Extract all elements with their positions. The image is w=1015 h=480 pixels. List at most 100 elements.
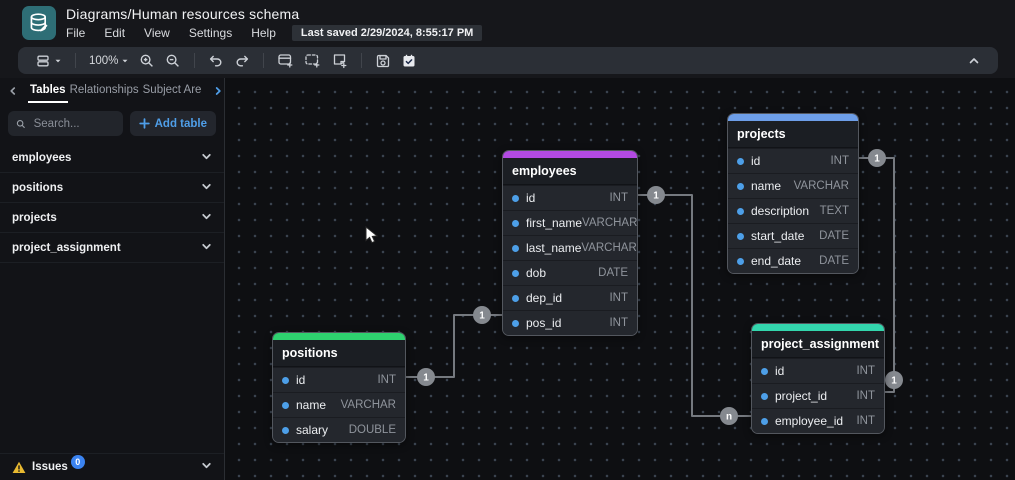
er-field-projects-id[interactable]: id INT (728, 148, 858, 173)
menu-edit[interactable]: Edit (104, 26, 125, 40)
table-header[interactable]: project_assignment (752, 331, 884, 358)
list-item-label: employees (12, 151, 72, 164)
issues-footer[interactable]: Issues 0 (0, 453, 224, 480)
search-input[interactable] (31, 116, 115, 131)
main-area: TablesRelationshipsSubject Are Add table… (0, 78, 1015, 480)
er-field-projects-name[interactable]: name VARCHAR (728, 173, 858, 198)
tabs-scroll-left-button[interactable] (6, 86, 20, 96)
last-saved-badge: Last saved 2/29/2024, 8:55:17 PM (291, 25, 483, 41)
er-field-positions-name[interactable]: name VARCHAR (273, 392, 405, 417)
menu-help[interactable]: Help (251, 26, 276, 40)
table-header[interactable]: projects (728, 121, 858, 148)
issues-label: Issues (32, 461, 68, 473)
er-field-projects-end_date[interactable]: end_date DATE (728, 248, 858, 273)
er-table-project_assignment[interactable]: project_assignment id INT project_id INT empl… (751, 323, 885, 434)
toolbar-divider (194, 53, 196, 68)
add-table-button[interactable]: Add table (129, 111, 216, 136)
menu-bar: File Edit View Settings Help (66, 26, 276, 40)
chevron-down-icon (201, 458, 212, 476)
field-type: INT (830, 155, 849, 167)
er-field-employees-pos_id[interactable]: pos_id INT (503, 310, 637, 335)
er-field-employees-dob[interactable]: dob DATE (503, 260, 637, 285)
er-field-positions-salary[interactable]: salary DOUBLE (273, 417, 405, 442)
app-logo-icon[interactable] (22, 6, 56, 40)
field-type: VARCHAR (581, 242, 637, 254)
sidebar-item-projects[interactable]: projects (0, 203, 224, 233)
tabs-scroll-right-button[interactable] (211, 86, 225, 96)
todo-button[interactable] (396, 50, 422, 72)
sidebar-item-positions[interactable]: positions (0, 173, 224, 203)
er-field-employees-id[interactable]: id INT (503, 185, 637, 210)
relationship-line-0[interactable] (404, 314, 502, 378)
redo-button[interactable] (229, 50, 255, 72)
field-dot-icon (737, 157, 744, 165)
layout-menu-button[interactable] (30, 50, 67, 72)
field-dot-icon (282, 426, 289, 434)
er-field-positions-id[interactable]: id INT (273, 367, 405, 392)
er-table-employees[interactable]: employees id INT first_name VARCHAR last_name… (502, 150, 638, 336)
er-field-project_assignment-employee_id[interactable]: employee_id INT (752, 408, 884, 433)
add-note-tool-button[interactable] (326, 49, 353, 72)
field-dot-icon (737, 207, 744, 215)
sidebar-search-row: Add table (0, 103, 224, 143)
warning-icon (12, 461, 26, 473)
cardinality-badge: 1 (885, 371, 903, 389)
field-type: INT (609, 292, 628, 304)
er-field-project_assignment-id[interactable]: id INT (752, 358, 884, 383)
toolbar-divider (75, 53, 76, 68)
chevron-down-icon (201, 209, 212, 227)
er-field-employees-last_name[interactable]: last_name VARCHAR (503, 235, 637, 260)
sidebar-item-employees[interactable]: employees (0, 143, 224, 173)
field-name: id (296, 373, 306, 387)
cardinality-badge: 1 (417, 368, 435, 386)
er-field-project_assignment-project_id[interactable]: project_id INT (752, 383, 884, 408)
field-name: first_name (526, 216, 583, 230)
sidebar: TablesRelationshipsSubject Are Add table… (0, 78, 225, 480)
zoom-in-button[interactable] (134, 50, 160, 72)
collapse-toolbar-button[interactable] (962, 51, 986, 71)
zoom-out-button[interactable] (160, 50, 186, 72)
er-table-projects[interactable]: projects id INT name VARCHAR description TEXT s… (727, 113, 859, 274)
zoom-level-dropdown[interactable]: 100% (84, 52, 134, 70)
field-name: salary (296, 423, 329, 437)
app-root: Diagrams/Human resources schema File Edit… (0, 0, 1015, 480)
menu-view[interactable]: View (144, 26, 170, 40)
tab-tables[interactable]: Tables (28, 78, 68, 103)
table-header[interactable]: employees (503, 158, 637, 185)
er-table-positions[interactable]: positions id INT name VARCHAR salary DOUBLE (272, 332, 406, 443)
diagram-canvas[interactable]: 111n11 employees id INT first_name VARCHAR la… (225, 78, 1015, 480)
save-button[interactable] (370, 50, 396, 72)
menu-settings[interactable]: Settings (189, 26, 232, 40)
field-type: INT (856, 365, 875, 377)
chevron-right-icon (216, 86, 222, 95)
field-dot-icon (512, 319, 519, 327)
chevron-down-icon (201, 239, 212, 257)
table-accent-strip (752, 324, 884, 331)
field-dot-icon (512, 294, 519, 302)
search-box[interactable] (8, 111, 123, 136)
field-dot-icon (512, 194, 519, 202)
er-field-employees-first_name[interactable]: first_name VARCHAR (503, 210, 637, 235)
chevron-up-icon (969, 57, 979, 63)
field-name: start_date (751, 229, 805, 243)
er-field-projects-start_date[interactable]: start_date DATE (728, 223, 858, 248)
table-header[interactable]: positions (273, 340, 405, 367)
er-field-projects-description[interactable]: description TEXT (728, 198, 858, 223)
list-item-label: positions (12, 181, 64, 194)
field-dot-icon (512, 244, 519, 252)
cardinality-badge: n (720, 407, 738, 425)
sidebar-item-project_assignment[interactable]: project_assignment (0, 233, 224, 263)
add-area-tool-button[interactable] (299, 49, 326, 72)
field-type: DATE (598, 267, 628, 279)
er-field-employees-dep_id[interactable]: dep_id INT (503, 285, 637, 310)
list-item-label: project_assignment (12, 241, 121, 254)
menu-file[interactable]: File (66, 26, 85, 40)
toolbar: 100% (0, 46, 1015, 78)
field-type: INT (609, 317, 628, 329)
cardinality-badge: 1 (473, 306, 491, 324)
add-table-tool-button[interactable] (272, 49, 299, 72)
tab-subject-are[interactable]: Subject Are (141, 78, 204, 103)
field-name: end_date (751, 254, 802, 268)
undo-button[interactable] (203, 50, 229, 72)
tab-relationships[interactable]: Relationships (68, 78, 141, 103)
